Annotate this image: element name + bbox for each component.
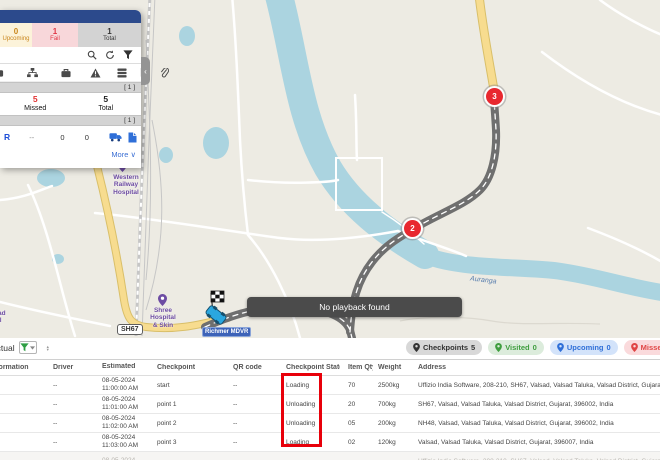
col-weight: Weight (378, 364, 402, 371)
partial-icon[interactable] (0, 68, 4, 78)
vehicle-list-panel: 0 Upcoming 1 Fail 1 Total [1] 5 Missed… (0, 10, 169, 170)
counter-total[interactable]: 5 Total (71, 93, 142, 115)
table-toolbar: Actual ▴▾ Checkpoints 5 Visited 0 (0, 338, 660, 360)
col-qr-code: QR code (233, 364, 262, 371)
refresh-icon[interactable] (105, 50, 115, 60)
map-label-hospital-2: Shree Hospital & Skin (150, 307, 176, 329)
visited-pill[interactable]: Visited 0 (488, 340, 544, 355)
paperclip-icon[interactable] (160, 67, 169, 78)
filter-icon[interactable] (123, 50, 133, 60)
panel-header-bar (0, 10, 141, 23)
table-header-row: Information Driver Estimated Checkpoint … (0, 360, 660, 376)
panel-search-row (0, 47, 141, 64)
panel-tool-icons (0, 64, 169, 82)
stepper-control[interactable]: ▴ ▾ (47, 344, 49, 352)
vehicle-value-1: 0 (60, 132, 65, 142)
table-row[interactable]: -- 08-05-2024 11:03:00 AM point 3 -- Loa… (0, 433, 660, 452)
vehicle-driver-value: -- (29, 132, 35, 142)
col-address: Address (418, 364, 447, 371)
status-summary: 0 Upcoming 1 Fail 1 Total (0, 23, 141, 47)
list-icon[interactable] (117, 67, 127, 78)
map-label-hospital-1: Western Railway Hospital (113, 174, 139, 196)
checkpoint-marker-2[interactable]: 2 (404, 220, 421, 237)
checkpoints-pill[interactable]: Checkpoints 5 (406, 340, 483, 355)
col-driver: Driver (53, 364, 74, 371)
table-row[interactable]: 08-05-2024 - Uffizio India Software, 208… (0, 452, 660, 460)
vehicle-row[interactable]: R -- 0 0 More ∨ (0, 126, 141, 170)
checkpoint-marker-3[interactable]: 3 (486, 88, 503, 105)
chevron-down-icon: ∨ (130, 150, 137, 159)
group-badge-row-1[interactable]: [ 1 ] (0, 82, 141, 93)
sitemap-icon[interactable] (27, 67, 38, 78)
vehicle-name-fragment[interactable]: R (4, 132, 29, 142)
document-icon[interactable] (128, 132, 137, 143)
pin-icon (413, 343, 420, 352)
checkpoint-table: Information Driver Estimated Checkpoint … (0, 360, 660, 460)
green-funnel-icon (20, 343, 29, 352)
annotation-highlight-box (281, 373, 322, 447)
more-link[interactable]: More ∨ (111, 150, 136, 159)
green-filter-dropdown[interactable] (18, 341, 37, 354)
counter-missed[interactable]: 5 Missed (0, 93, 71, 115)
vehicle-value-2: 0 (84, 132, 89, 142)
checkpoint-filter-pills: Checkpoints 5 Visited 0 Upcoming 0 Misse… (406, 340, 660, 355)
pin-icon (556, 343, 564, 352)
table-row[interactable]: -- 08-05-2024 11:00:00 AM start -- Loadi… (0, 376, 660, 395)
stat-fail[interactable]: 1 Fail (32, 23, 78, 47)
truck-icon[interactable] (109, 132, 122, 142)
group-badge-row-2[interactable]: [ 1 ] (0, 115, 141, 126)
missed-pill[interactable]: Missed 5 (623, 340, 660, 355)
search-icon[interactable] (87, 50, 97, 60)
checkpoint-detail-section: Actual ▴▾ Checkpoints 5 Visited 0 (0, 338, 660, 460)
table-row[interactable]: -- 08-05-2024 11:02:00 AM point 2 -- Unl… (0, 414, 660, 433)
pin-icon (630, 343, 638, 352)
playback-toast: No playback found (247, 297, 462, 317)
panel-collapse-handle[interactable]: ‹ (141, 57, 150, 85)
actual-filter-label: Actual (0, 342, 15, 353)
vehicle-name-label[interactable]: Richmer MDVR (202, 327, 252, 337)
upcoming-pill[interactable]: Upcoming 0 (549, 340, 618, 355)
table-row[interactable]: -- 08-05-2024 11:01:00 AM point 1 -- Unl… (0, 395, 660, 414)
col-item-qty: Item Qty (348, 364, 373, 371)
warning-icon[interactable] (90, 67, 101, 78)
checkpoint-counters: 5 Missed 5 Total (0, 93, 141, 115)
col-information: Information (0, 364, 29, 371)
col-checkpoint: Checkpoint (157, 364, 196, 371)
stat-upcoming[interactable]: 0 Upcoming (0, 23, 32, 47)
pin-icon (495, 343, 503, 352)
stat-total[interactable]: 1 Total (78, 23, 141, 47)
road-ref-badge: SH67 (117, 324, 143, 335)
map-label-edge-fragment: ad il (0, 310, 6, 324)
chevron-left-icon: ‹ (144, 66, 147, 76)
col-estimated: Estimated (102, 363, 136, 371)
app-window: Western Railway Hospital Shree Hospital … (0, 0, 660, 460)
briefcase-icon[interactable] (61, 68, 71, 78)
col-checkpoint-state: Checkpoint State (286, 364, 340, 371)
